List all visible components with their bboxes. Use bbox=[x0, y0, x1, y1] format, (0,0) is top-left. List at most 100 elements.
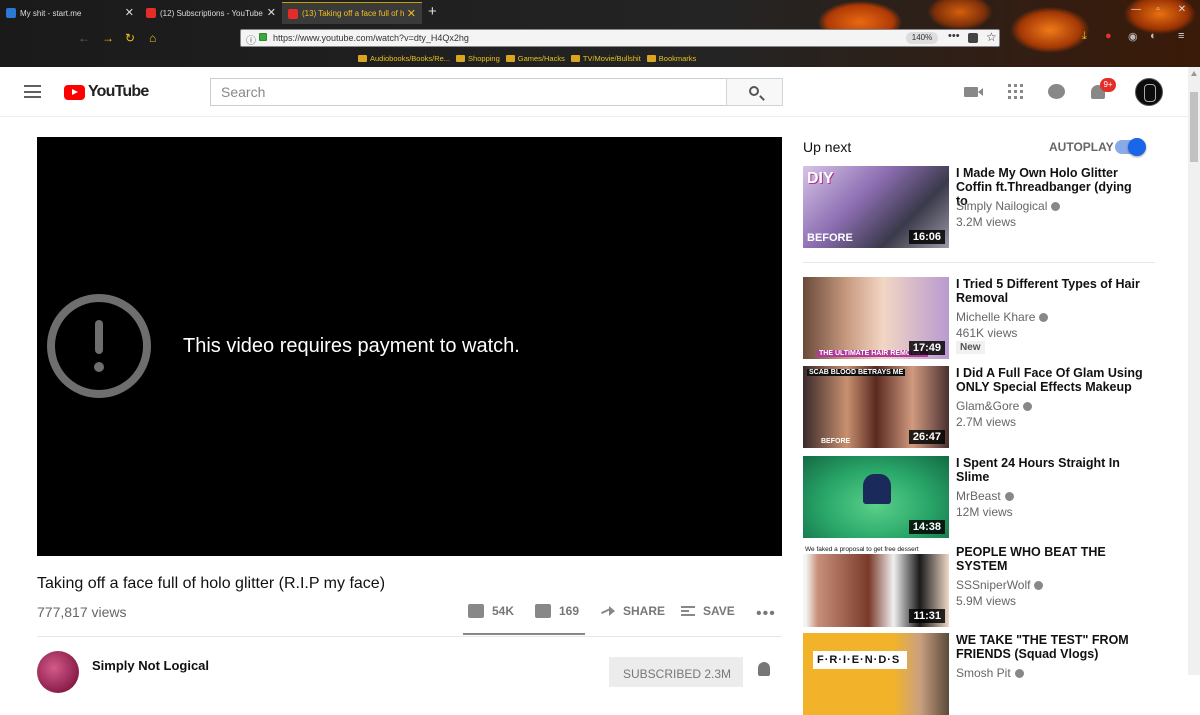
subscribe-button[interactable]: SUBSCRIBED 2.3M bbox=[609, 657, 743, 687]
bookmark-folder[interactable]: Audiobooks/Books/Re... bbox=[358, 52, 450, 64]
like-button[interactable]: 54K bbox=[468, 604, 514, 618]
url-text[interactable]: https://www.youtube.com/watch?v=dty_H4Qx… bbox=[273, 33, 469, 43]
folder-icon bbox=[358, 54, 367, 62]
tab-current-video[interactable]: (13) Taking off a face full of h ✕ bbox=[282, 2, 422, 24]
playlist-add-icon bbox=[681, 606, 695, 616]
more-actions-icon[interactable]: ••• bbox=[756, 605, 776, 623]
recommended-video[interactable]: THE ULTIMATE HAIR REMOVA... 17:49 I Trie… bbox=[803, 277, 1155, 359]
verified-check-icon bbox=[1014, 668, 1024, 678]
close-window-icon[interactable]: ✕ bbox=[1176, 4, 1188, 16]
back-arrow-icon[interactable]: ← bbox=[78, 32, 90, 44]
upload-video-icon[interactable] bbox=[964, 87, 983, 97]
channel-row[interactable]: Simply Nailogical bbox=[956, 199, 1061, 213]
tab-close-icon[interactable]: ✕ bbox=[407, 7, 416, 20]
channel-name[interactable]: Simply Not Logical bbox=[92, 658, 209, 673]
page-actions-icon[interactable]: ••• bbox=[948, 30, 960, 42]
lock-icon bbox=[259, 33, 267, 41]
bookmark-folder[interactable]: Bookmarks bbox=[646, 52, 697, 64]
tab-close-icon[interactable]: ✕ bbox=[267, 6, 276, 19]
recommended-video[interactable]: 14:38 I Spent 24 Hours Straight In Slime… bbox=[803, 456, 1155, 538]
bookmark-folder[interactable]: Shopping bbox=[456, 52, 500, 64]
channel-name: Simply Nailogical bbox=[956, 199, 1048, 213]
bookmark-star-icon[interactable]: ☆ bbox=[986, 30, 997, 44]
video-thumbnail[interactable]: We faked a proposal to get free dessert … bbox=[803, 545, 949, 627]
channel-row[interactable]: Michelle Khare bbox=[956, 310, 1049, 324]
channel-row[interactable]: SSSniperWolf bbox=[956, 578, 1044, 592]
tab-subscriptions[interactable]: (12) Subscriptions - YouTube ✕ bbox=[140, 2, 282, 24]
channel-name: SSSniperWolf bbox=[956, 578, 1031, 592]
maximize-icon[interactable]: ▫ bbox=[1152, 4, 1164, 16]
bookmark-folder[interactable]: Games/Hacks bbox=[505, 52, 565, 64]
verified-check-icon bbox=[1004, 491, 1014, 501]
tab-close-icon[interactable]: ✕ bbox=[125, 6, 134, 19]
recommended-video[interactable]: SCAB BLOOD BETRAYS ME BEFORE 26:47 I Did… bbox=[803, 366, 1155, 448]
pocket-icon[interactable] bbox=[968, 33, 978, 43]
dislike-button[interactable]: 169 bbox=[535, 604, 579, 618]
video-title[interactable]: PEOPLE WHO BEAT THE SYSTEM bbox=[956, 545, 1146, 573]
thumb-figure bbox=[863, 474, 891, 504]
notification-bell-icon[interactable] bbox=[758, 662, 770, 676]
tab-startme[interactable]: My shit - start.me ✕ bbox=[0, 2, 140, 24]
scrollbar-thumb[interactable] bbox=[1190, 92, 1198, 162]
autoplay-toggle[interactable] bbox=[1115, 138, 1146, 156]
notification-badge: 9+ bbox=[1100, 78, 1116, 92]
extension-icon[interactable]: ◉ bbox=[1128, 30, 1138, 43]
bookmark-label: Bookmarks bbox=[658, 53, 697, 63]
video-player[interactable]: This video requires payment to watch. bbox=[37, 137, 782, 556]
messages-icon[interactable] bbox=[1048, 84, 1065, 99]
channel-row[interactable]: Glam&Gore bbox=[956, 399, 1033, 413]
search-button[interactable] bbox=[726, 78, 783, 106]
video-title[interactable]: I Did A Full Face Of Glam Using ONLY Spe… bbox=[956, 366, 1146, 394]
video-thumbnail[interactable]: SCAB BLOOD BETRAYS ME BEFORE 26:47 bbox=[803, 366, 949, 448]
startme-favicon-icon bbox=[6, 8, 16, 18]
new-tab-icon[interactable]: + bbox=[428, 3, 437, 20]
video-title[interactable]: WE TAKE "THE TEST" FROM FRIENDS (Squad V… bbox=[956, 633, 1146, 661]
logo-wordmark: YouTube bbox=[88, 83, 149, 100]
minimize-icon[interactable]: — bbox=[1130, 4, 1142, 16]
youtube-logo[interactable]: YouTube bbox=[64, 83, 149, 101]
video-duration: 26:47 bbox=[908, 430, 945, 444]
page-scrollbar[interactable] bbox=[1188, 67, 1200, 675]
video-thumbnail[interactable]: DIY BEFORE 16:06 bbox=[803, 166, 949, 248]
youtube-play-icon bbox=[64, 84, 85, 100]
view-count: 777,817 views bbox=[37, 604, 127, 620]
recommended-video[interactable]: F·R·I·E·N·D·S WE TAKE "THE TEST" FROM FR… bbox=[803, 633, 1155, 715]
share-button[interactable]: SHARE bbox=[601, 604, 665, 618]
video-thumbnail[interactable]: F·R·I·E·N·D·S bbox=[803, 633, 949, 715]
video-title: Taking off a face full of holo glitter (… bbox=[37, 575, 386, 592]
recommended-video[interactable]: We faked a proposal to get free dessert … bbox=[803, 545, 1155, 627]
channel-row[interactable]: Smosh Pit bbox=[956, 666, 1024, 680]
home-icon[interactable]: ⌂ bbox=[149, 32, 156, 44]
tab-label: My shit - start.me bbox=[20, 8, 82, 18]
reload-icon[interactable]: ↻ bbox=[125, 32, 135, 44]
forward-arrow-icon[interactable]: → bbox=[102, 32, 114, 44]
video-title[interactable]: I Tried 5 Different Types of Hair Remova… bbox=[956, 277, 1146, 305]
recommended-video[interactable]: DIY BEFORE 16:06 I Made My Own Holo Glit… bbox=[803, 166, 1155, 248]
channel-row[interactable]: MrBeast bbox=[956, 489, 1014, 503]
divider bbox=[803, 262, 1155, 263]
view-count: 5.9M views bbox=[956, 594, 1017, 608]
video-thumbnail[interactable]: THE ULTIMATE HAIR REMOVA... 17:49 bbox=[803, 277, 949, 359]
address-bar[interactable]: ⓘ https://www.youtube.com/watch?v=dty_H4… bbox=[240, 29, 1000, 47]
dislike-count: 169 bbox=[559, 604, 580, 618]
guide-menu-icon[interactable] bbox=[24, 85, 41, 98]
account-avatar[interactable] bbox=[1135, 78, 1163, 106]
site-info-icon[interactable]: ⓘ bbox=[246, 32, 256, 47]
zoom-indicator[interactable]: 140% bbox=[906, 32, 938, 44]
bookmark-folder[interactable]: TV/Movie/Bullshit bbox=[570, 52, 641, 64]
view-count: 3.2M views bbox=[956, 215, 1017, 229]
download-icon[interactable]: ⤓ bbox=[1082, 30, 1087, 43]
new-badge: New bbox=[956, 341, 985, 354]
scroll-up-icon[interactable] bbox=[1191, 71, 1197, 76]
adblock-icon[interactable]: ● bbox=[1105, 30, 1112, 42]
thumb-text: BEFORE bbox=[821, 438, 851, 445]
video-thumbnail[interactable]: 14:38 bbox=[803, 456, 949, 538]
extension-icon[interactable]: ◐ bbox=[1150, 30, 1157, 42]
thumbs-down-icon bbox=[535, 604, 551, 618]
search-input[interactable]: Search bbox=[210, 78, 727, 106]
apps-grid-icon[interactable] bbox=[1008, 84, 1023, 99]
save-button[interactable]: SAVE bbox=[681, 604, 735, 618]
menu-icon[interactable]: ≡ bbox=[1178, 30, 1184, 42]
video-title[interactable]: I Spent 24 Hours Straight In Slime bbox=[956, 456, 1146, 484]
channel-avatar[interactable] bbox=[37, 651, 79, 693]
